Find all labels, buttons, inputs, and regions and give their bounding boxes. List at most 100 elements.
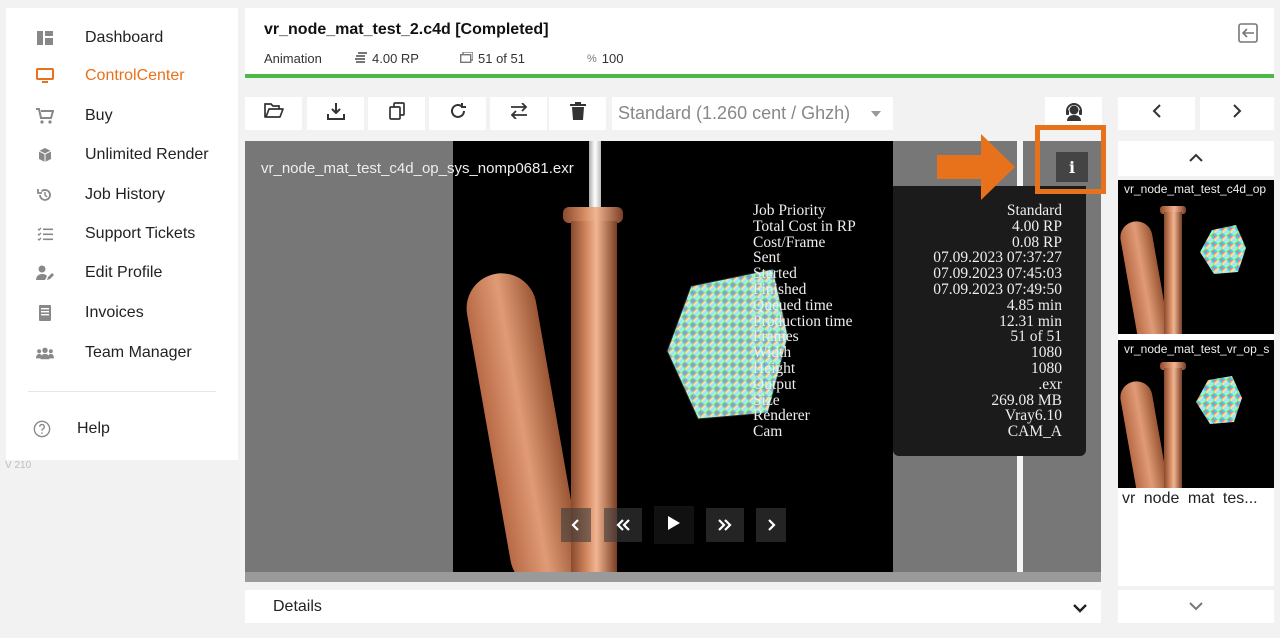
info-value: Standard (1006, 202, 1062, 219)
thumbnail-item[interactable]: vr_node_mat_test_vr_op_s (1118, 340, 1274, 488)
thumbnail-caption: vr node mat tes... (1122, 490, 1258, 507)
download-button[interactable] (307, 97, 364, 130)
restart-button[interactable] (429, 97, 486, 130)
sidebar-item-team-manager[interactable]: Team Manager (6, 335, 238, 371)
exit-icon[interactable] (1236, 21, 1260, 45)
chevron-down-icon (871, 111, 881, 117)
sidebar-item-label: Buy (85, 107, 113, 124)
info-value: 07.09.2023 07:49:50 (933, 280, 1062, 298)
copy-button[interactable] (368, 97, 425, 130)
info-label: Cost/Frame (753, 233, 826, 251)
sidebar-item-buy[interactable]: Buy (6, 98, 238, 134)
sidebar-item-job-history[interactable]: Job History (6, 177, 238, 213)
info-value: 12.31 min (999, 312, 1062, 330)
coins-icon (355, 51, 367, 66)
job-cost-value: 4.00 RP (372, 51, 419, 66)
history-icon (36, 186, 54, 204)
sidebar-item-unlimited-render[interactable]: Unlimited Render (6, 137, 238, 173)
sidebar-item-support-tickets[interactable]: Support Tickets (6, 216, 238, 252)
sidebar-divider (28, 391, 216, 392)
info-value: 0.08 RP (1012, 233, 1062, 251)
job-type-label: Animation (264, 51, 322, 66)
percent-icon: % (587, 52, 597, 65)
delete-button[interactable] (549, 97, 606, 130)
thumbnails-scroll-up-button[interactable] (1118, 141, 1274, 176)
job-percent: % 100 (587, 51, 623, 66)
job-info-labels: Job Priority Total Cost in RP Cost/Frame… (753, 203, 856, 440)
chevron-right-icon (1232, 104, 1242, 123)
job-percent-value: 100 (601, 51, 624, 66)
help-label: Help (77, 420, 110, 437)
support-button[interactable] (1045, 97, 1102, 130)
sidebar-item-invoices[interactable]: Invoices (6, 295, 238, 331)
info-value: .exr (1038, 375, 1062, 393)
sidebar: Dashboard ControlCenter Buy Unlimited Re… (6, 8, 238, 460)
restart-icon (449, 102, 467, 125)
sidebar-item-label: Dashboard (85, 29, 164, 46)
details-accordion[interactable]: Details (245, 590, 1101, 623)
info-value: Vray6.10 (1004, 407, 1062, 425)
sidebar-item-dashboard[interactable]: Dashboard (6, 20, 238, 56)
sidebar-item-edit-profile[interactable]: Edit Profile (6, 255, 238, 291)
info-label: Renderer (753, 407, 810, 425)
monitor-icon (36, 67, 54, 85)
cart-icon (36, 107, 54, 125)
fast-forward-icon (717, 516, 733, 535)
fast-forward-button[interactable] (706, 508, 744, 542)
info-label: Production time (753, 312, 853, 330)
price-tier-value: Standard (1.260 cent / Ghzh) (618, 103, 851, 123)
job-cost: 4.00 RP (355, 51, 419, 66)
info-label: Frames (753, 328, 799, 346)
invoice-icon (36, 304, 54, 322)
info-value: CAM_A (1007, 423, 1062, 441)
next-job-button[interactable] (1200, 97, 1274, 130)
prev-job-button[interactable] (1118, 97, 1195, 130)
thumbnail-item[interactable]: vr_node_mat_test_c4d_op (1118, 180, 1274, 334)
rewind-icon (615, 516, 631, 535)
info-value: 07.09.2023 07:37:27 (933, 249, 1062, 267)
info-label: Output (753, 375, 797, 393)
swap-icon (510, 102, 528, 124)
play-button[interactable] (654, 506, 694, 544)
info-label: Width (753, 344, 792, 362)
support-agent-icon (1064, 101, 1084, 126)
chevron-down-icon (1189, 598, 1203, 616)
help-icon (33, 420, 51, 438)
version-label: V 210 (5, 460, 32, 471)
sidebar-item-label: Team Manager (85, 344, 192, 361)
job-header: vr_node_mat_test_2.c4d [Completed] Anima… (245, 8, 1274, 78)
thumbnails-scroll-down-button[interactable] (1118, 590, 1274, 623)
next-frame-button[interactable] (756, 508, 786, 542)
viewer-scrollbar[interactable] (245, 572, 1101, 582)
sidebar-item-help[interactable]: Help (6, 411, 238, 447)
thumbnail-name: vr_node_mat_test_c4d_op (1124, 182, 1267, 196)
open-folder-icon (263, 103, 284, 124)
chevron-right-icon (766, 516, 776, 535)
info-value: 51 of 51 (1010, 328, 1062, 346)
chevron-left-icon (571, 516, 581, 535)
open-folder-button[interactable] (245, 97, 302, 130)
cube-icon (36, 146, 54, 164)
info-label: Cam (753, 423, 783, 441)
info-value: 1080 (1031, 359, 1062, 377)
info-value: 4.00 RP (1012, 217, 1062, 235)
sidebar-item-controlcenter[interactable]: ControlCenter (6, 58, 238, 94)
play-icon (667, 515, 681, 535)
chevron-left-icon (1152, 104, 1162, 123)
details-label: Details (273, 598, 322, 615)
info-button[interactable]: i (1056, 152, 1088, 182)
info-value: 07.09.2023 07:45:03 (933, 265, 1062, 283)
info-label: Sent (753, 249, 781, 267)
checklist-icon (36, 225, 54, 243)
rewind-button[interactable] (604, 508, 642, 542)
price-tier-select[interactable]: Standard (1.260 cent / Ghzh) (612, 97, 893, 130)
prev-frame-button[interactable] (561, 508, 591, 542)
info-label: Queued time (753, 296, 833, 314)
info-label: Started (753, 265, 797, 283)
info-icon: i (1068, 157, 1076, 177)
info-value: 269.08 MB (991, 391, 1062, 409)
thumbnail-name: vr_node_mat_test_vr_op_s (1124, 342, 1270, 356)
job-frames-value: 51 of 51 (478, 51, 525, 66)
thumbnail-list: vr_node_mat_test_c4d_op vr_node_mat_test… (1118, 180, 1274, 586)
swap-button[interactable] (490, 97, 547, 130)
